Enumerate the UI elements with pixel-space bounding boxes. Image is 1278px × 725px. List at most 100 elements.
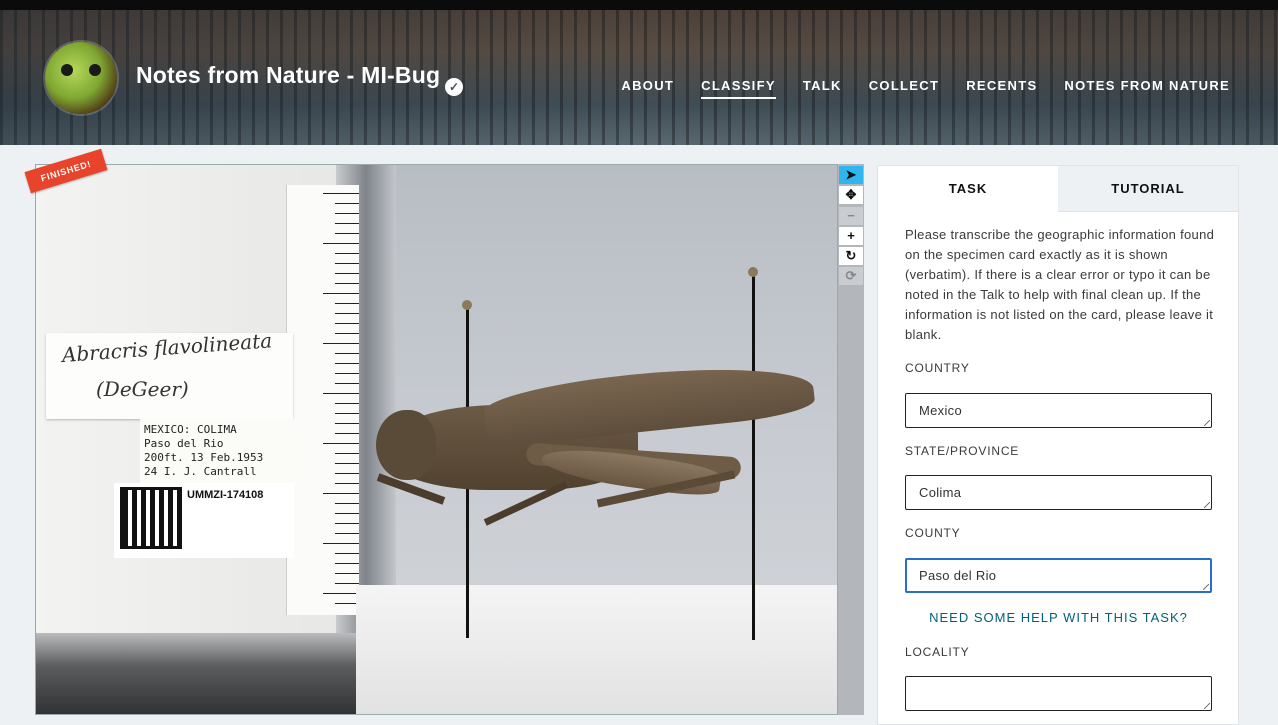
county-label: COUNTY (905, 526, 961, 540)
ruler-tick (335, 533, 359, 534)
subject-viewer[interactable]: Abracris flavolineata (DeGeer) MEXICO: C… (35, 164, 838, 715)
ruler-tick (335, 553, 359, 554)
state-field[interactable]: Colima (905, 475, 1212, 510)
pointer-icon: ➤ (845, 167, 857, 182)
avatar-eye (89, 64, 101, 76)
ruler-tick (335, 463, 359, 464)
species-author: (DeGeer) (96, 377, 189, 401)
ruler-tick (335, 283, 359, 284)
resize-handle-icon[interactable] (1204, 502, 1210, 508)
ruler-tick (335, 413, 359, 414)
locality-line: MEXICO: COLIMA (144, 423, 237, 436)
move-icon: ✥ (845, 187, 857, 202)
ruler-tick (335, 583, 359, 584)
top-strip (0, 0, 1278, 10)
verified-icon: ✓ (445, 78, 463, 96)
resize-handle-icon[interactable] (1204, 420, 1210, 426)
state-value: Colima (919, 485, 962, 500)
avatar-eye (61, 64, 73, 76)
ruler-tick (335, 203, 359, 204)
ruler-tick (323, 343, 359, 344)
state-label: STATE/PROVINCE (905, 444, 1020, 458)
locality-label: LOCALITY (905, 645, 970, 659)
nav-classify[interactable]: CLASSIFY (701, 78, 776, 99)
ruler-tick (335, 573, 359, 574)
county-field[interactable]: Paso del Rio (905, 558, 1212, 593)
ruler-tick (335, 473, 359, 474)
county-value: Paso del Rio (919, 568, 997, 583)
reset-icon: ⟳ (845, 268, 857, 283)
locality-line: 24 I. J. Cantrall (144, 465, 257, 478)
ruler-tick (335, 333, 359, 334)
locality-label: MEXICO: COLIMA Paso del Rio 200ft. 13 Fe… (140, 419, 296, 483)
viewer-toolbar: ➤ ✥ − + ↻ ⟳ (838, 164, 864, 715)
country-label: COUNTRY (905, 361, 970, 375)
ruler-tick (335, 523, 359, 524)
resize-handle-icon[interactable] (1203, 584, 1209, 590)
resize-handle-icon[interactable] (1204, 703, 1210, 709)
ruler-tick (323, 393, 359, 394)
ruler-tick (323, 443, 359, 444)
species-name: Abracris flavolineata (61, 328, 273, 367)
pin-head (748, 267, 758, 277)
zoom-out-button[interactable]: − (839, 207, 863, 225)
tab-task[interactable]: TASK (878, 166, 1059, 211)
scale-ruler (286, 185, 359, 615)
ruler-tick (335, 453, 359, 454)
ruler-tick (335, 563, 359, 564)
ruler-tick (335, 423, 359, 424)
catalog-number: UMMZI-174108 (187, 489, 264, 501)
ruler-tick (335, 223, 359, 224)
catalog-label: UMMZI-174108 (114, 483, 294, 558)
ruler-tick (323, 193, 359, 194)
ruler-tick (323, 243, 359, 244)
task-instructions: Please transcribe the geographic informa… (905, 227, 1215, 342)
determination-label: Abracris flavolineata (DeGeer) (46, 328, 293, 419)
ruler-tick (335, 313, 359, 314)
ruler-tick (323, 493, 359, 494)
tab-tutorial[interactable]: TUTORIAL (1058, 166, 1238, 212)
nav-recents[interactable]: RECENTS (966, 78, 1037, 99)
nav-talk[interactable]: TALK (803, 78, 842, 99)
project-title[interactable]: Notes from Nature - MI-Bug (136, 62, 440, 89)
qr-code-icon (120, 487, 182, 549)
nav-collect[interactable]: COLLECT (869, 78, 939, 99)
project-nav: ABOUT CLASSIFY TALK COLLECT RECENTS NOTE… (621, 78, 1230, 99)
country-field[interactable]: Mexico (905, 393, 1212, 428)
ruler-tick (335, 323, 359, 324)
pin-head (462, 300, 472, 310)
ruler-tick (335, 253, 359, 254)
reset-button[interactable]: ⟳ (839, 267, 863, 285)
ruler-tick (335, 433, 359, 434)
ruler-tick (335, 263, 359, 264)
project-avatar[interactable] (45, 42, 117, 114)
ruler-tick (335, 233, 359, 234)
locality-field[interactable] (905, 676, 1212, 711)
zoom-out-icon: − (847, 208, 855, 223)
ruler-tick (323, 293, 359, 294)
project-header: Notes from Nature - MI-Bug ✓ ABOUT CLASS… (0, 10, 1278, 145)
ruler-tick (323, 543, 359, 544)
locality-line: 200ft. 13 Feb.1953 (144, 451, 264, 464)
ruler-tick (335, 303, 359, 304)
zoom-in-icon: + (847, 228, 855, 243)
rotate-icon: ↻ (845, 248, 857, 263)
ruler-tick (335, 383, 359, 384)
rotate-button[interactable]: ↻ (839, 247, 863, 265)
nav-notes-from-nature[interactable]: NOTES FROM NATURE (1064, 78, 1230, 99)
task-help-link[interactable]: NEED SOME HELP WITH THIS TASK? (905, 610, 1212, 625)
ruler-tick (335, 483, 359, 484)
locality-line: Paso del Rio (144, 437, 224, 450)
ruler-tick (335, 213, 359, 214)
nav-about[interactable]: ABOUT (621, 78, 674, 99)
task-panel: TASK TUTORIAL Please transcribe the geog… (877, 165, 1239, 725)
ruler-tick (335, 403, 359, 404)
ruler-tick (335, 503, 359, 504)
move-tool-button[interactable]: ✥ (839, 186, 863, 204)
ruler-tick (335, 273, 359, 274)
ruler-tick (335, 353, 359, 354)
zoom-in-button[interactable]: + (839, 227, 863, 245)
task-tabs: TASK TUTORIAL (878, 166, 1238, 212)
grasshopper-head (376, 410, 436, 480)
pointer-tool-button[interactable]: ➤ (839, 166, 863, 184)
